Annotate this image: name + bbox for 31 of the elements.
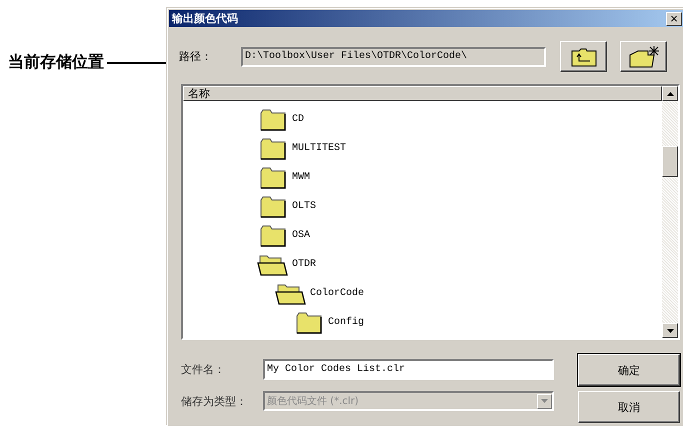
file-name-field[interactable]: My Color Codes List.clr	[263, 359, 554, 380]
folder-up-icon	[570, 46, 598, 66]
annotation-label: 当前存储位置	[8, 52, 104, 73]
up-folder-button[interactable]	[560, 41, 607, 72]
file-type-label: 储存为类型：	[181, 394, 248, 408]
scrollbar[interactable]	[662, 101, 678, 338]
down-arrow-icon	[666, 328, 674, 332]
window-title: 输出颜色代码	[172, 11, 238, 26]
folder-name[interactable]: OTDR	[292, 259, 316, 270]
folder-name[interactable]: Config	[328, 317, 364, 328]
path-label: 路径：	[179, 49, 213, 64]
close-button[interactable]: ×	[666, 12, 682, 26]
dropdown-arrow-icon	[541, 399, 548, 403]
up-arrow-icon	[666, 92, 674, 96]
cancel-button[interactable]: 取消	[578, 391, 680, 423]
new-folder-icon	[628, 44, 660, 68]
folder-name[interactable]: CD	[292, 114, 304, 125]
scroll-up-button[interactable]	[662, 86, 678, 101]
ok-button[interactable]: 确定	[578, 354, 680, 386]
folder-name[interactable]: OSA	[292, 230, 310, 241]
path-field: D:\Toolbox\User Files\OTDR\ColorCode\	[241, 46, 546, 66]
folder-name[interactable]: MWM	[292, 172, 310, 183]
folder-name[interactable]: MULTITEST	[292, 143, 346, 154]
leader-line	[107, 62, 167, 64]
folder-name[interactable]: ColorCode	[310, 288, 364, 299]
scroll-thumb[interactable]	[662, 146, 678, 177]
folder-name[interactable]: OLTS	[292, 201, 316, 212]
scroll-down-button[interactable]	[662, 323, 678, 338]
file-name-label: 文件名：	[181, 362, 226, 377]
column-header[interactable]: 名称	[183, 86, 662, 101]
new-folder-button[interactable]	[620, 41, 667, 72]
